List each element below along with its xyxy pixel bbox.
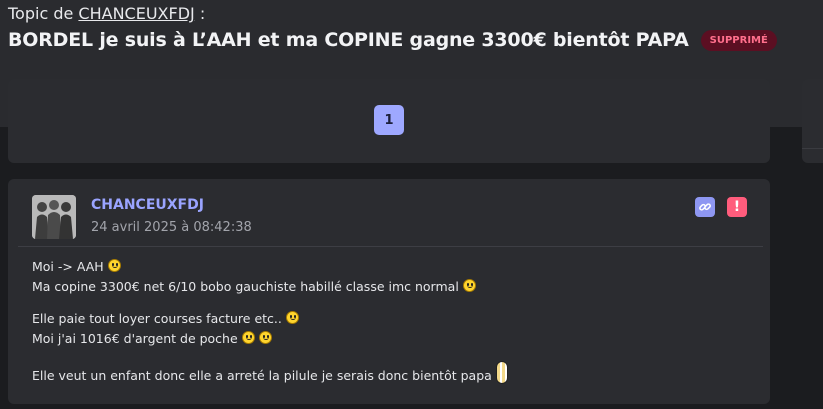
pagination-card: 1 [8,79,770,163]
post-divider [18,246,763,247]
post-line: Elle veut un enfant donc elle a arreté l… [32,361,508,386]
smiley-icon [258,331,272,344]
side-panel-edge [802,79,823,163]
alert-icon: ! [733,199,741,215]
page-button-current[interactable]: 1 [374,105,404,135]
title-row: BORDEL je suis à L’AAH et ma COPINE gagn… [8,26,777,54]
page-title: BORDEL je suis à L’AAH et ma COPINE gagn… [8,29,689,51]
smiley-icon [107,259,121,272]
topic-breadcrumb: Topic de CHANCEUXFDJ : [8,4,205,23]
report-button[interactable]: ! [727,197,747,217]
topic-prefix: Topic de [8,4,74,23]
post-line: Moi j'ai 1016€ d'argent de poche [32,329,508,349]
smiley-icon [462,279,476,292]
avatar-image [32,195,76,239]
post-line: Ma copine 3300€ net 6/10 bobo gauchiste … [32,277,508,297]
post-date: 24 avril 2025 à 08:42:38 [91,220,252,235]
post-author[interactable]: CHANCEUXFDJ [91,197,204,213]
topic-suffix: : [199,4,206,23]
post-body: Moi -> AAH Ma copine 3300€ net 6/10 bobo… [32,257,508,386]
topic-author-link[interactable]: CHANCEUXFDJ [78,4,194,23]
baby-sticker-icon [495,361,508,384]
link-icon [699,203,711,211]
smiley-icon [285,311,299,324]
post-card: CHANCEUXFDJ 24 avril 2025 à 08:42:38 ! M… [8,179,770,404]
post-line: Elle paie tout loyer courses facture etc… [32,309,508,329]
smiley-icon [241,331,255,344]
avatar[interactable] [32,195,76,239]
post-line: Moi -> AAH [32,257,508,277]
permalink-button[interactable] [695,197,715,217]
side-panel-divider [802,148,823,149]
status-badge: SUPPRIMÉ [700,29,777,51]
